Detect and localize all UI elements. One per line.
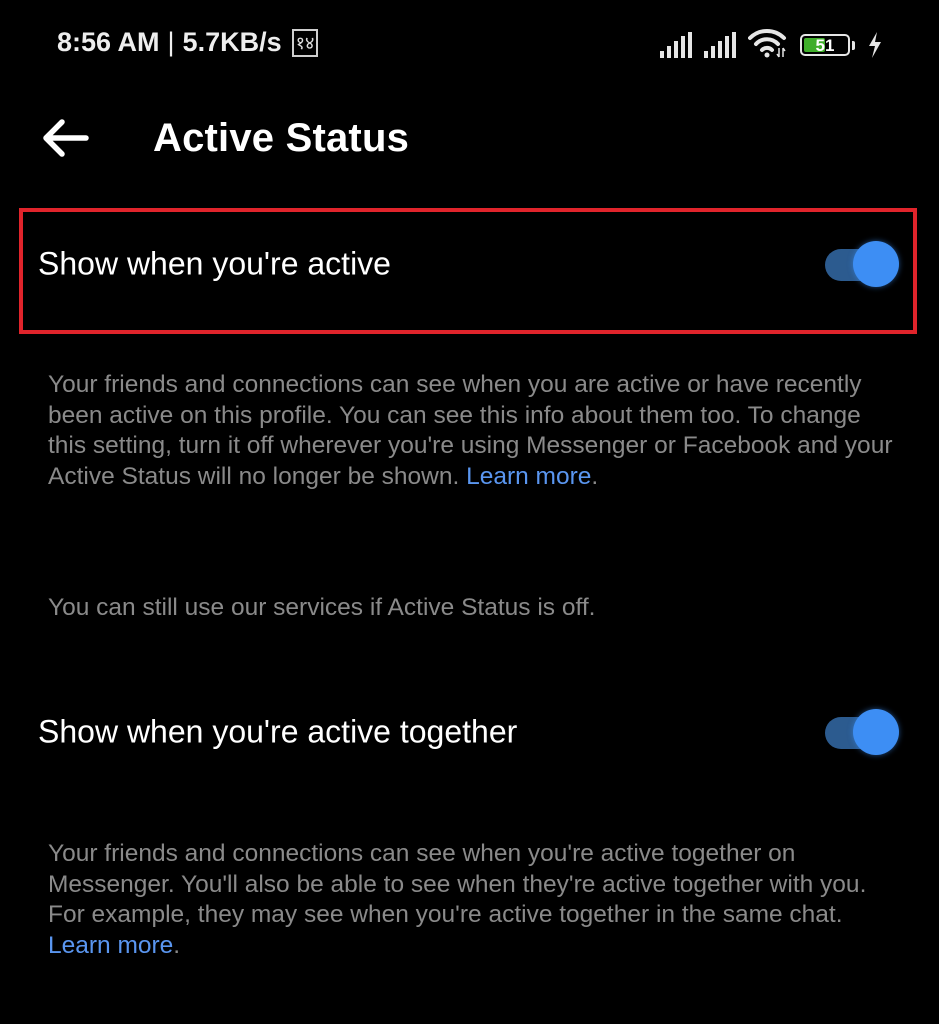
toggle-thumb xyxy=(853,241,899,287)
arrow-left-icon xyxy=(43,119,89,157)
signal-sim1-icon xyxy=(660,32,692,58)
status-separator: | xyxy=(167,27,175,57)
network-speed: 5.7KB/s xyxy=(182,27,282,57)
wifi-icon xyxy=(748,28,788,58)
battery-cap xyxy=(852,41,855,50)
active-status-note: You can still use our services if Active… xyxy=(48,594,596,621)
status-right: 51 xyxy=(660,28,883,58)
battery-icon: 51 xyxy=(800,34,850,56)
description-text: Your friends and connections can see whe… xyxy=(48,840,867,929)
header: Active Status xyxy=(0,100,939,180)
battery-level: 51 xyxy=(815,35,835,55)
setting-description: Your friends and connections can see whe… xyxy=(48,370,898,492)
setting-label: Show when you're active together xyxy=(38,713,518,750)
setting-row-show-active-together[interactable]: Show when you're active together xyxy=(0,697,939,767)
status-left: 8:56 AM | 5.7KB/s १४ xyxy=(57,27,319,58)
setting-row-show-active[interactable]: Show when you're active xyxy=(0,229,939,299)
setting-label: Show when you're active xyxy=(38,245,391,282)
setting-description: Your friends and connections can see whe… xyxy=(48,839,898,961)
toggle-thumb xyxy=(853,709,899,755)
notification-icon: १४ xyxy=(291,28,319,57)
signal-sim2-icon xyxy=(704,32,736,58)
toggle-show-active-together[interactable] xyxy=(825,707,901,757)
status-bar: 8:56 AM | 5.7KB/s १४ 51 xyxy=(0,0,939,90)
description-trailing: . xyxy=(591,462,599,490)
clock: 8:56 AM xyxy=(57,27,160,57)
back-button[interactable] xyxy=(38,116,94,160)
learn-more-link[interactable]: Learn more xyxy=(48,932,173,959)
learn-more-link[interactable]: Learn more xyxy=(466,463,591,490)
toggle-show-active[interactable] xyxy=(825,239,901,289)
page-title: Active Status xyxy=(153,116,410,160)
description-trailing: . xyxy=(173,931,181,959)
lightning-bolt-icon xyxy=(867,32,883,58)
